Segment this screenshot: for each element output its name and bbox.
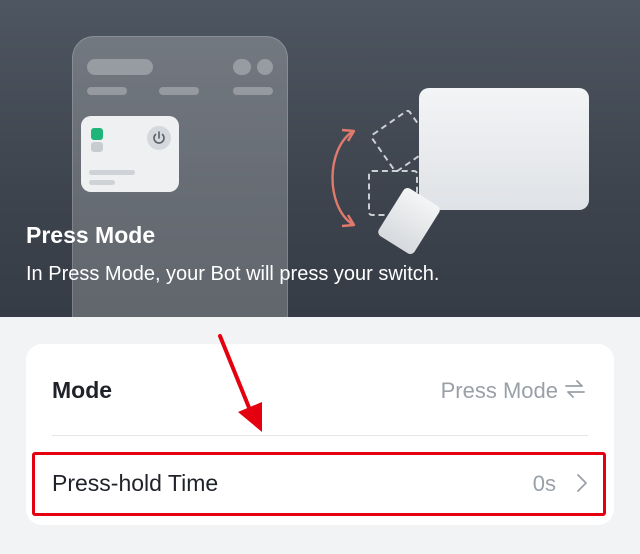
swap-arrows-icon[interactable] (564, 379, 586, 399)
mode-illustration-banner: Press Mode In Press Mode, your Bot will … (0, 0, 640, 317)
status-led-icon (91, 128, 103, 140)
mode-title: Press Mode (26, 222, 156, 248)
rotate-arrow-icon (331, 128, 356, 228)
power-icon (147, 126, 171, 150)
annotation-highlight-box (32, 452, 606, 516)
mode-value: Press Mode (440, 378, 558, 403)
device-card-illustration (81, 116, 179, 192)
mode-description: In Press Mode, your Bot will press your … (26, 263, 440, 285)
switch-plate-illustration (419, 88, 589, 210)
mode-label: Mode (52, 377, 113, 403)
mode-row[interactable]: Mode Press Mode (26, 344, 614, 436)
